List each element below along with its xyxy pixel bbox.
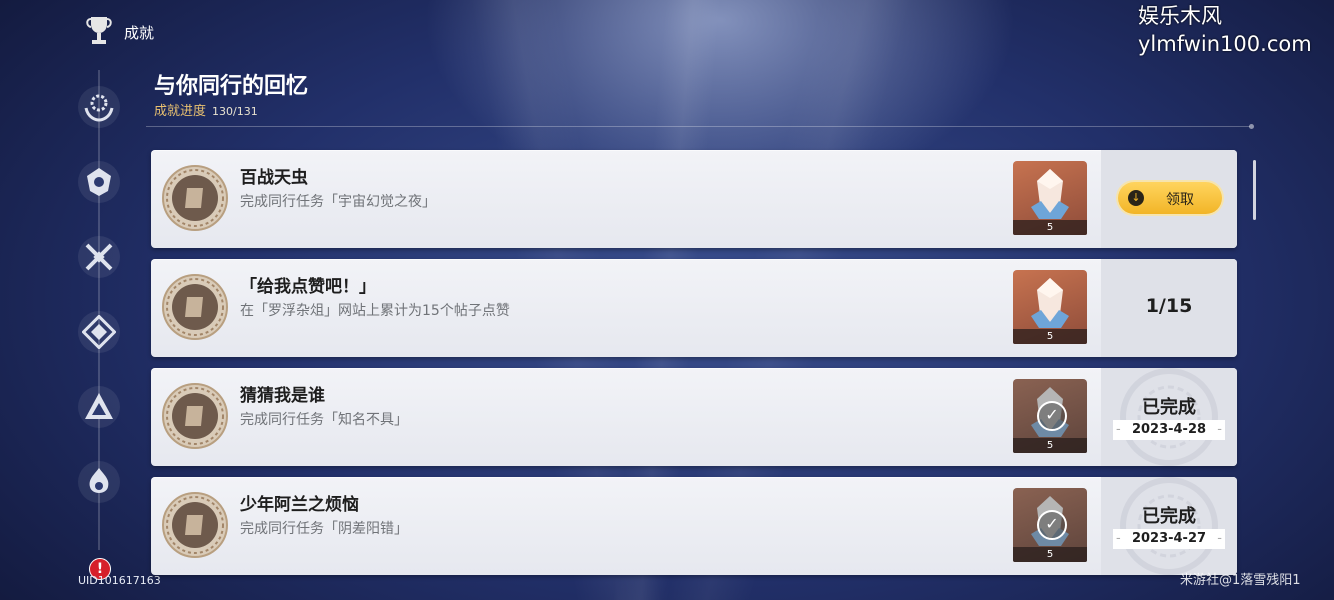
reward-item[interactable]: 5 <box>1013 161 1087 235</box>
achievement-badge-icon <box>162 165 228 231</box>
section-label: 成就 <box>124 24 155 42</box>
progress-count: 1/15 <box>1145 295 1193 317</box>
helmet-emblem-icon <box>87 168 111 196</box>
sidebar-item-hands-gear[interactable] <box>78 86 120 128</box>
sidebar-item-triangle[interactable] <box>78 386 120 428</box>
sidebar-item-swords[interactable] <box>78 236 120 278</box>
claimed-check-icon: ✓ <box>1037 401 1067 431</box>
achievement-badge-icon <box>162 274 228 340</box>
crossed-swords-icon <box>85 243 113 271</box>
achievement-name: 「给我点赞吧！」 <box>240 277 376 297</box>
sidebar-item-helmet[interactable] <box>78 161 120 203</box>
completed-date: 2023-4-27 <box>1113 529 1225 549</box>
list-scrollbar[interactable] <box>1253 160 1256 220</box>
progress-value: 130/131 <box>212 105 258 118</box>
watermark-line1: 娱乐木风 <box>1138 4 1222 28</box>
header-divider <box>146 124 1254 129</box>
page-title: 与你同行的回忆 <box>154 74 309 99</box>
claim-button[interactable]: ↓ 领取 <box>1118 182 1222 214</box>
achievement-row[interactable]: 猜猜我是谁 完成同行任务「知名不具」 ✓ 5 已完成 2023-4-28 <box>151 368 1237 466</box>
flame-crest-icon <box>89 468 109 493</box>
achievement-name: 少年阿兰之烦恼 <box>240 495 359 515</box>
completed-label: 已完成 <box>1142 506 1196 527</box>
completed-label: 已完成 <box>1142 397 1196 418</box>
achievement-status: 已完成 2023-4-28 <box>1101 368 1237 466</box>
achievement-row[interactable]: 少年阿兰之烦恼 完成同行任务「阴差阳错」 ✓ 5 已完成 2023-4-27 <box>151 477 1237 575</box>
achievement-description: 在「罗浮杂俎」网站上累计为15个帖子点赞 <box>240 303 510 319</box>
achievement-status: 1/15 <box>1101 259 1237 357</box>
download-arrow-icon: ↓ <box>1128 190 1144 206</box>
watermark: 娱乐木风 ylmfwin100.com <box>1138 2 1312 58</box>
reward-quantity: 5 <box>1013 329 1087 344</box>
reward-item: ✓ 5 <box>1013 379 1087 453</box>
achievement-status: ↓ 领取 <box>1101 150 1237 248</box>
achievement-description: 完成同行任务「阴差阳错」 <box>240 521 408 537</box>
stellar-jade-icon <box>1031 169 1069 219</box>
hands-gear-icon <box>84 94 114 122</box>
triangle-crest-icon <box>85 393 113 419</box>
achievement-name: 百战天虫 <box>240 168 308 188</box>
reward-quantity: 5 <box>1013 220 1087 235</box>
claim-button-label: 领取 <box>1166 192 1194 208</box>
reward-item: ✓ 5 <box>1013 488 1087 562</box>
achievement-description: 完成同行任务「宇宙幻觉之夜」 <box>240 194 436 210</box>
trophy-icon <box>86 17 112 44</box>
achievement-row[interactable]: 「给我点赞吧！」 在「罗浮杂俎」网站上累计为15个帖子点赞 5 1/15 <box>151 259 1237 357</box>
completed-date: 2023-4-28 <box>1113 420 1225 440</box>
reward-quantity: 5 <box>1013 547 1087 562</box>
achievement-description: 完成同行任务「知名不具」 <box>240 412 408 428</box>
watermark-line2: ylmfwin100.com <box>1138 32 1312 56</box>
reward-item[interactable]: 5 <box>1013 270 1087 344</box>
achievement-name: 猜猜我是谁 <box>240 386 325 406</box>
achievement-progress: 成就进度 130/131 <box>154 100 258 119</box>
rhombus-crest-icon <box>82 315 116 349</box>
achievement-status: 已完成 2023-4-27 <box>1101 477 1237 575</box>
uid-label: UID101617163 <box>78 574 161 587</box>
achievement-badge-icon <box>162 492 228 558</box>
claimed-check-icon: ✓ <box>1037 510 1067 540</box>
stellar-jade-icon <box>1031 278 1069 328</box>
achievement-badge-icon <box>162 383 228 449</box>
reward-quantity: 5 <box>1013 438 1087 453</box>
progress-label: 成就进度 <box>154 104 207 119</box>
credit-text: 米游社@1落雪残阳1 <box>1180 573 1301 588</box>
sidebar-item-rhombus[interactable] <box>78 311 120 353</box>
achievement-row[interactable]: 百战天虫 完成同行任务「宇宙幻觉之夜」 5 ↓ 领取 <box>151 150 1237 248</box>
sidebar-item-flame[interactable] <box>78 461 120 503</box>
